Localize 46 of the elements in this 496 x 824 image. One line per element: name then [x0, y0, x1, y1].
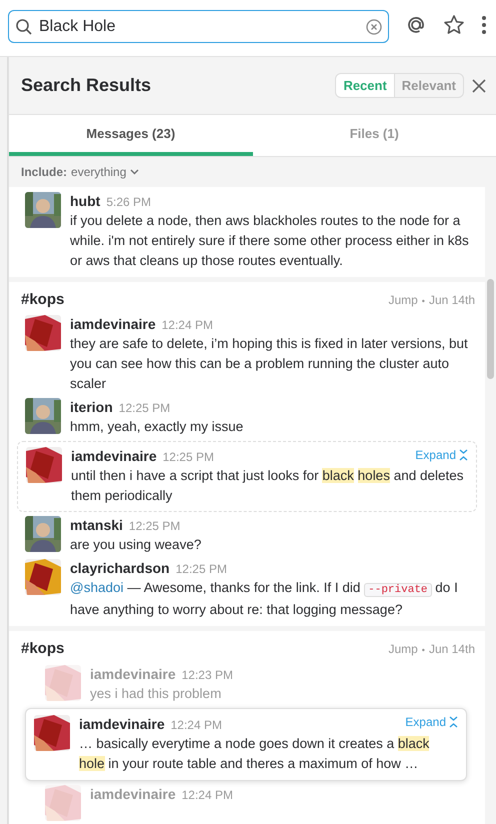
- message-text: yes i had this problem: [90, 684, 222, 703]
- separator-dot: •: [422, 644, 425, 657]
- message-time: 12:24 PM: [162, 317, 213, 334]
- search-icon: [15, 18, 33, 36]
- expand-icon: [449, 714, 458, 728]
- message-date: Jun 14th: [428, 292, 475, 308]
- clear-icon[interactable]: [366, 18, 382, 34]
- close-icon[interactable]: [472, 78, 486, 92]
- message-time: 12:24 PM: [170, 716, 222, 734]
- search-field[interactable]: Black Hole: [8, 10, 389, 43]
- expand-icon: [459, 448, 468, 462]
- user-name[interactable]: iamdevinaire: [70, 315, 156, 333]
- message-time: 12:25 PM: [162, 449, 214, 466]
- mention-icon[interactable]: [405, 14, 427, 36]
- message-text: @shadoi — Awesome, thanks for the link. If I did --private do I have anything to worry about re: that logging message?: [70, 579, 459, 619]
- user-name[interactable]: iterion: [70, 398, 113, 416]
- message-time: 12:25 PM: [128, 518, 180, 535]
- user-name[interactable]: hubt: [70, 192, 100, 210]
- message-text: hmm, yeah, exactly my issue: [70, 418, 244, 436]
- user-name[interactable]: iamdevinaire: [71, 447, 157, 465]
- separator-dot: •: [422, 294, 425, 308]
- more-icon[interactable]: [481, 15, 487, 35]
- message-text: they are safe to delete, i’m hoping this is fixed in later versions, but you can see how this can be a problem running the cluster auto scaler: [70, 335, 469, 393]
- message-time: 12:25 PM: [176, 561, 227, 578]
- message-text: are you using weave?: [70, 536, 202, 554]
- filter-label: Include:: [21, 164, 68, 180]
- channel-name[interactable]: #kops: [21, 288, 64, 311]
- panel-title: Search Results: [21, 74, 152, 96]
- message-time: 12:25 PM: [118, 400, 170, 417]
- message-text: if you delete a node, then aws blackholes routes to the node for a while. i'm not entirely sure if there some other process either in k8s or aws that cleans up those routes eventually.: [70, 212, 470, 270]
- channel-name[interactable]: #kops: [21, 638, 64, 660]
- message-time: 12:24 PM: [182, 786, 233, 804]
- filter-dropdown[interactable]: everything: [71, 162, 126, 180]
- user-name[interactable]: iamdevinaire: [79, 714, 165, 732]
- avatar-icon: [45, 784, 81, 820]
- avatar-icon: [45, 664, 81, 700]
- user-name[interactable]: mtanski: [70, 516, 123, 534]
- search-input[interactable]: Black Hole: [37, 14, 362, 40]
- message-time: 12:23 PM: [182, 666, 233, 684]
- message-date: Jun 14th: [428, 641, 475, 658]
- message-time: 5:26 PM: [106, 194, 152, 210]
- star-icon[interactable]: [443, 14, 465, 36]
- caret-icon[interactable]: [130, 168, 140, 174]
- message-text: until then i have a script that just looks for black holes and deletes them periodically: [71, 467, 465, 505]
- message-text: … basically everytime a node goes down it creates a black hole in your route table and theres a maximum of how …: [79, 734, 430, 773]
- user-name[interactable]: clayrichardson: [70, 559, 170, 577]
